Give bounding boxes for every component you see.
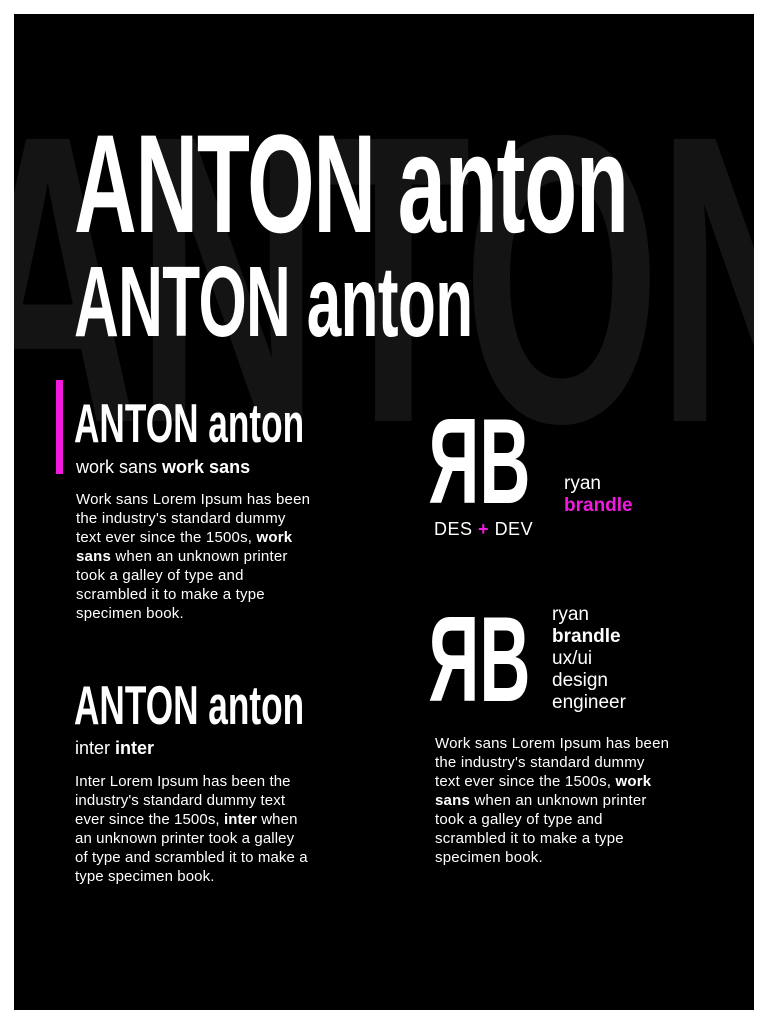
title-line-ryan: ryan [552,604,589,625]
title-line-engineer: engineer [552,692,626,713]
title-line-design: design [552,670,608,691]
font-label-inter: inter inter [75,739,154,757]
font-label-regular: work sans [76,457,158,477]
logo-title-block: ryan brandle ux/ui design engineer [552,604,626,714]
plus-icon: + [478,519,490,539]
accent-bar [56,380,63,474]
hero-title-medium: ANTON anton [74,246,473,358]
last-name: brandle [564,495,633,516]
font-label-regular: inter [75,738,111,758]
font-label-bold: inter [115,738,155,758]
rb-logo-mark-secondary: RB [430,591,530,727]
inter-paragraph: Inter Lorem Ipsum has been the industry'… [75,772,311,886]
logo-letter-r: R [430,393,480,529]
logo-letter-r: R [430,591,480,727]
right-paragraph: Work sans Lorem Ipsum has been the indus… [435,734,671,867]
font-label-bold: work sans [162,457,251,477]
des-dev-tagline: DES + DEV [434,520,533,538]
title-line-uxui: ux/ui [552,648,593,669]
first-name: ryan [564,473,601,494]
hero-title-large: ANTON anton [74,105,629,262]
logo-name-block: ryan brandle [564,473,633,517]
logo-letter-b: B [479,591,530,727]
work-sans-paragraph: Work sans Lorem Ipsum has been the indus… [76,490,312,623]
section-title-work-sans: ANTON anton [74,392,305,454]
poster: ANTON ANTON anton ANTON anton ANTON anto… [14,14,754,1010]
tagline-dev: DEV [494,519,534,539]
font-label-work-sans: work sans work sans [76,458,250,476]
logo-letter-b: B [479,393,530,529]
section-title-inter: ANTON anton [74,674,305,736]
title-line-brandle: brandle [552,626,621,647]
tagline-des: DES [434,519,473,539]
rb-logo-mark: RB [430,393,530,529]
paragraph-bold-text: inter [223,811,257,828]
